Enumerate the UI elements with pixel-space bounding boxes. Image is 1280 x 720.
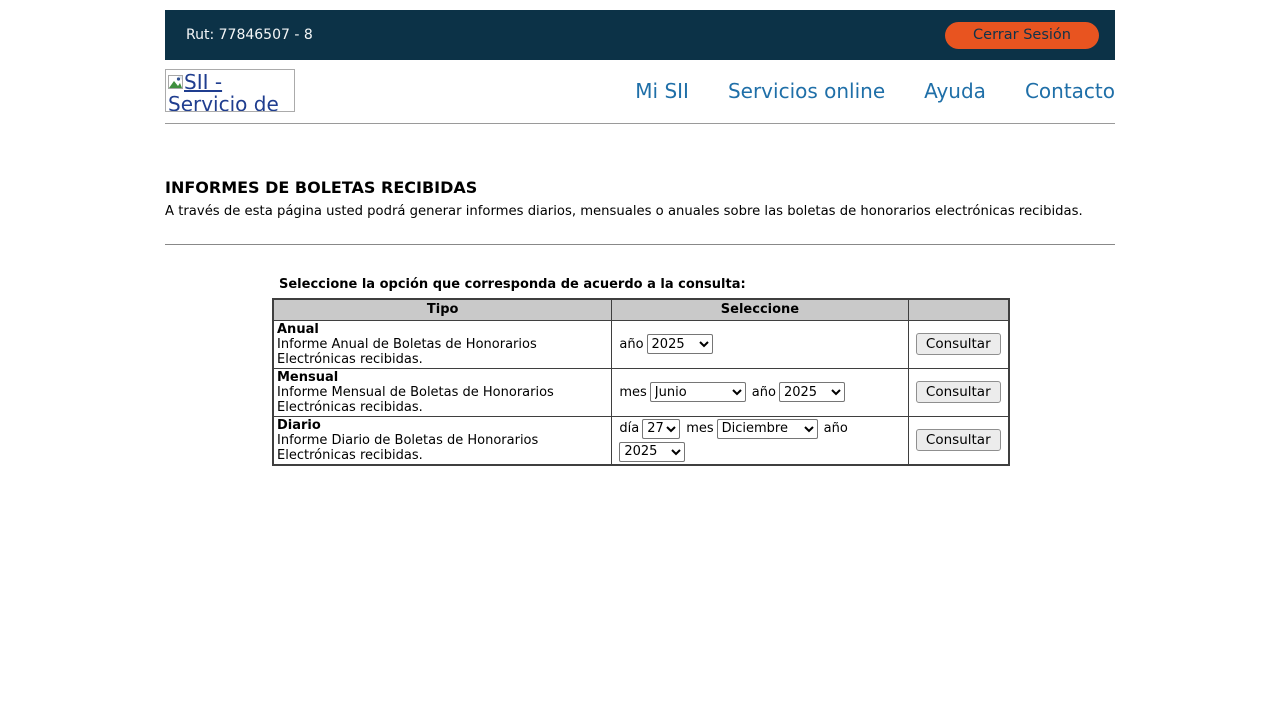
diario-consultar-button[interactable]: Consultar (916, 429, 1001, 451)
diario-month-label: mes (686, 421, 713, 436)
diario-year-label: año (824, 421, 848, 436)
mensual-type-description: Informe Mensual de Boletas de Honorarios… (277, 385, 554, 415)
mensual-month-select[interactable]: Junio (650, 382, 746, 402)
page-description: A través de esta página usted podrá gene… (165, 204, 1115, 219)
page-container: Rut: 77846507 - 8 Cerrar Sesión SII - Se… (165, 0, 1115, 466)
anual-select-cell: año 2025 (612, 320, 908, 368)
diario-action-cell: Consultar (908, 416, 1009, 465)
anual-type-label: Anual (277, 322, 319, 337)
broken-image-icon (168, 75, 183, 89)
diario-select-cell: día27 mes Diciembre año 2025 (612, 416, 908, 465)
anual-consultar-button[interactable]: Consultar (916, 333, 1001, 355)
diario-day-select[interactable]: 27 (642, 419, 680, 439)
sii-logo-broken-image[interactable]: SII - Servicio de (165, 69, 295, 112)
column-header-seleccione: Seleccione (612, 299, 908, 320)
column-header-tipo: Tipo (273, 299, 612, 320)
report-options-table: Tipo Seleccione Anual Informe Anual de B… (272, 298, 1010, 466)
mensual-select-cell: mes Junio año2025 (612, 368, 908, 416)
table-row-anual: Anual Informe Anual de Boletas de Honora… (273, 320, 1009, 368)
mensual-month-label: mes (619, 385, 646, 400)
mensual-type-label: Mensual (277, 370, 338, 385)
table-row-diario: Diario Informe Diario de Boletas de Hono… (273, 416, 1009, 465)
main-nav: Mi SII Servicios online Ayuda Contacto (635, 79, 1115, 103)
diario-day-label: día (619, 421, 639, 436)
mensual-action-cell: Consultar (908, 368, 1009, 416)
diario-year-select[interactable]: 2025 (619, 442, 685, 462)
table-row-mensual: Mensual Informe Mensual de Boletas de Ho… (273, 368, 1009, 416)
anual-action-cell: Consultar (908, 320, 1009, 368)
column-header-action (908, 299, 1009, 320)
nav-servicios-online[interactable]: Servicios online (728, 79, 885, 103)
page-title: INFORMES DE BOLETAS RECIBIDAS (165, 178, 1115, 197)
mensual-year-select[interactable]: 2025 (779, 382, 845, 402)
site-header: SII - Servicio de Mi SII Servicios onlin… (165, 69, 1115, 124)
table-header-row: Tipo Seleccione (273, 299, 1009, 320)
rut-label: Rut: 77846507 - 8 (186, 27, 313, 43)
nav-ayuda[interactable]: Ayuda (924, 79, 986, 103)
anual-year-select[interactable]: 2025 (647, 334, 713, 354)
nav-contacto[interactable]: Contacto (1025, 79, 1115, 103)
logout-button[interactable]: Cerrar Sesión (945, 22, 1099, 49)
mensual-consultar-button[interactable]: Consultar (916, 381, 1001, 403)
mensual-year-label: año (752, 385, 776, 400)
diario-type-label: Diario (277, 418, 321, 433)
form-intro-text: Seleccione la opción que corresponda de … (279, 277, 1115, 292)
anual-type-description: Informe Anual de Boletas de Honorarios E… (277, 337, 537, 367)
diario-month-select[interactable]: Diciembre (717, 419, 818, 439)
nav-mi-sii[interactable]: Mi SII (635, 79, 689, 103)
anual-tipo-cell: Anual Informe Anual de Boletas de Honora… (273, 320, 612, 368)
logo-alt-text: SII - Servicio de (168, 70, 279, 112)
divider (165, 244, 1115, 245)
mensual-tipo-cell: Mensual Informe Mensual de Boletas de Ho… (273, 368, 612, 416)
anual-year-label: año (619, 337, 643, 352)
diario-type-description: Informe Diario de Boletas de Honorarios … (277, 433, 538, 463)
topbar: Rut: 77846507 - 8 Cerrar Sesión (165, 10, 1115, 60)
diario-tipo-cell: Diario Informe Diario de Boletas de Hono… (273, 416, 612, 465)
